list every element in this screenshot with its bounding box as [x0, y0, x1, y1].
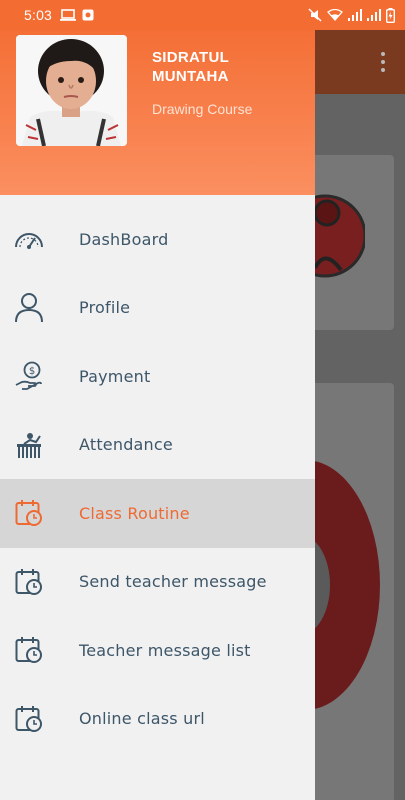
menu-item-payment[interactable]: $ Payment: [0, 342, 315, 411]
teacher-desk-icon: [14, 430, 44, 460]
menu-item-label: DashBoard: [79, 229, 169, 249]
calendar-clock-icon: [14, 635, 44, 665]
navigation-drawer: SIDRATUL MUNTAHA Drawing Course DashBoar…: [0, 30, 315, 800]
drawer-header: SIDRATUL MUNTAHA Drawing Course: [0, 30, 315, 195]
menu-item-label: Teacher message list: [79, 640, 251, 660]
avatar-photo: [16, 35, 127, 146]
person-icon: [14, 292, 44, 323]
signal-icon: [367, 9, 381, 21]
speedometer-icon: [14, 224, 44, 254]
menu-item-label: Profile: [79, 298, 131, 318]
menu-item-attendance[interactable]: Attendance: [0, 411, 315, 480]
menu-item-class-routine[interactable]: Class Routine: [0, 479, 315, 548]
menu-item-label: Attendance: [79, 435, 173, 455]
menu-item-label: Send teacher message: [79, 572, 267, 592]
avatar: [16, 35, 127, 146]
user-name: SIDRATUL MUNTAHA: [152, 49, 229, 85]
menu-item-label: Online class url: [79, 709, 205, 729]
laptop-icon: [60, 9, 77, 21]
menu-item-profile[interactable]: Profile: [0, 274, 315, 343]
battery-charging-icon: [386, 7, 395, 23]
mute-icon: [308, 8, 322, 22]
dollar-hand-icon: $: [14, 361, 44, 391]
drawer-menu: DashBoard Profile $ Payment Attendance C…: [0, 205, 315, 753]
menu-item-send-teacher-message[interactable]: Send teacher message: [0, 548, 315, 617]
signal-icon: [348, 9, 362, 21]
overflow-menu-icon[interactable]: [381, 52, 385, 72]
wifi-icon: [327, 9, 343, 21]
menu-item-label: Class Routine: [79, 503, 190, 523]
svg-text:$: $: [29, 366, 35, 377]
user-course: Drawing Course: [152, 101, 253, 117]
notification-app-icon: [82, 9, 94, 21]
calendar-clock-icon: [14, 704, 44, 734]
menu-item-label: Payment: [79, 366, 151, 386]
calendar-clock-icon: [14, 567, 44, 597]
menu-item-teacher-message-list[interactable]: Teacher message list: [0, 616, 315, 685]
status-time: 5:03: [24, 7, 53, 23]
menu-item-online-class-url[interactable]: Online class url: [0, 685, 315, 754]
menu-item-dashboard[interactable]: DashBoard: [0, 205, 315, 274]
status-bar: 5:03: [0, 0, 405, 30]
calendar-clock-icon: [14, 498, 44, 528]
